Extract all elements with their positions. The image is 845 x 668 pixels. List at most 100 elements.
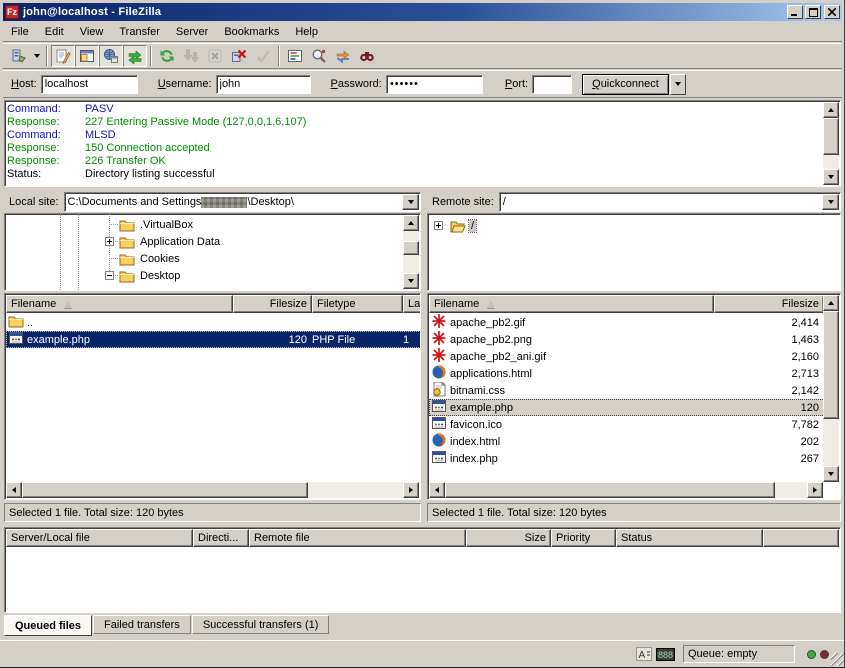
remote-list-hscrollbar[interactable] — [429, 482, 823, 498]
menu-item-help[interactable]: Help — [287, 24, 326, 40]
port-input[interactable] — [532, 75, 572, 94]
column-header-label: Status — [621, 532, 652, 544]
remote-site-dropdown-button[interactable] — [822, 194, 839, 210]
column-header-filename[interactable]: Filename — [429, 295, 714, 313]
expand-plus-box[interactable] — [434, 221, 443, 230]
site-manager-button[interactable] — [7, 45, 31, 67]
synchronized-browsing-button[interactable] — [331, 45, 355, 67]
tree-item-root[interactable]: / — [448, 217, 836, 234]
menu-item-transfer[interactable]: Transfer — [111, 24, 168, 40]
find-files-button[interactable] — [355, 45, 379, 67]
menu-item-view[interactable]: View — [72, 24, 112, 40]
app-icon: Fz — [5, 5, 19, 19]
host-input[interactable] — [41, 75, 138, 94]
toggle-queue-button[interactable] — [123, 45, 147, 67]
disconnect-button[interactable] — [227, 45, 251, 67]
log-line-text: 150 Connection accepted — [85, 142, 210, 155]
quickconnect-dropdown-button[interactable] — [670, 74, 686, 95]
column-header-status[interactable]: Status — [616, 529, 763, 547]
menu-item-edit[interactable]: Edit — [37, 24, 72, 40]
column-header-filesize[interactable]: Filesize — [233, 295, 312, 313]
speed-limit-indicator-icon[interactable]: 888 — [656, 648, 675, 661]
folder-icon — [119, 217, 135, 233]
site-manager-button-dropdown[interactable] — [31, 45, 43, 67]
file-row-apache-pb2-ani-gif[interactable]: apache_pb2_ani.gif2,160 — [429, 348, 825, 365]
toggle-remote-tree-button[interactable] — [99, 45, 123, 67]
window-title: john@localhost - FileZilla — [23, 6, 161, 18]
tab-failed-transfers[interactable]: Failed transfers — [93, 615, 191, 634]
tree-item-application-data[interactable]: Application Data — [117, 233, 402, 250]
last-modified — [403, 314, 421, 331]
filename: index.html — [450, 436, 500, 448]
filename: apache_pb2_ani.gif — [450, 351, 546, 363]
file-row-applications-html[interactable]: applications.html2,713 — [429, 365, 825, 382]
maximize-button[interactable] — [805, 5, 821, 19]
file-row-index-html[interactable]: index.html202 — [429, 433, 825, 450]
local-directory-tree: .VirtualBoxApplication DataCookiesDeskto… — [4, 213, 421, 291]
remote-site-combobox[interactable]: / — [499, 192, 841, 212]
resize-grip[interactable] — [831, 653, 844, 666]
burst-icon — [429, 331, 450, 348]
username-input[interactable] — [216, 75, 311, 94]
file-row-example-php[interactable]: example.php120PHP File1 — [6, 331, 421, 348]
column-header-filename[interactable]: Filename — [6, 295, 233, 313]
title-bar[interactable]: Fz john@localhost - FileZilla — [3, 3, 842, 21]
close-button[interactable] — [824, 5, 840, 19]
expand-plus-box[interactable] — [105, 237, 114, 246]
log-scrollbar[interactable] — [823, 102, 839, 185]
tab-successful-transfers-1-[interactable]: Successful transfers (1) — [192, 615, 330, 634]
menu-item-file[interactable]: File — [3, 24, 37, 40]
column-header-server-local-file[interactable]: Server/Local file — [6, 529, 193, 547]
menu-bar: FileEditViewTransferServerBookmarksHelp — [3, 22, 842, 42]
menu-item-bookmarks[interactable]: Bookmarks — [216, 24, 287, 40]
file-row-bitnami-css[interactable]: bitnami.css2,142 — [429, 382, 825, 399]
log-line-label: Command: — [7, 129, 85, 142]
column-header-last-modified[interactable]: Last modified — [403, 295, 421, 313]
local-site-combobox[interactable]: C:\Documents and Settings\Desktop\ — [64, 192, 421, 212]
data-type-indicator-icon[interactable]: A — [636, 647, 652, 661]
refresh-button[interactable] — [155, 45, 179, 67]
file-row-favicon-ico[interactable]: favicon.ico7,782 — [429, 416, 825, 433]
cancel-operation-button[interactable] — [203, 45, 227, 67]
tree-item--virtualbox[interactable]: .VirtualBox — [117, 216, 402, 233]
file-row-apache-pb2-gif[interactable]: apache_pb2.gif2,414 — [429, 314, 825, 331]
minimize-button[interactable] — [787, 5, 803, 19]
winapp-icon — [429, 450, 450, 467]
filename: bitnami.css — [450, 385, 505, 397]
filter-button[interactable] — [283, 45, 307, 67]
local-tree-scrollbar[interactable] — [403, 215, 419, 289]
collapse-minus-box[interactable] — [105, 271, 114, 280]
password-input[interactable] — [386, 75, 483, 94]
winapp-icon — [429, 416, 450, 433]
reconnect-button[interactable] — [251, 45, 275, 67]
status-bar: A 888 Queue: empty — [0, 640, 845, 667]
column-header-size[interactable]: Size — [466, 529, 551, 547]
remote-list-vscrollbar[interactable] — [823, 295, 839, 482]
menu-item-server[interactable]: Server — [168, 24, 216, 40]
file-row-apache-pb2-png[interactable]: apache_pb2.png1,463 — [429, 331, 825, 348]
file-row-index-php[interactable]: index.php267 — [429, 450, 825, 467]
local-site-dropdown-button[interactable] — [402, 194, 419, 210]
toggle-message-log-button[interactable] — [51, 45, 75, 67]
tree-item-label: / — [469, 220, 476, 232]
quickconnect-button[interactable]: Quickconnect — [582, 74, 669, 95]
process-queue-button[interactable] — [179, 45, 203, 67]
tab-queued-files[interactable]: Queued files — [4, 615, 92, 636]
local-path: C:\Documents and Settings\Desktop\ — [65, 196, 401, 208]
column-header-filetype[interactable]: Filetype — [312, 295, 403, 313]
remote-site-label: Remote site: — [427, 196, 499, 208]
toggle-local-tree-button[interactable] — [75, 45, 99, 67]
column-header-directi-[interactable]: Directi... — [193, 529, 249, 547]
tree-item-cookies[interactable]: Cookies — [117, 250, 402, 267]
file-row--[interactable]: .. — [6, 314, 421, 331]
tree-item-desktop[interactable]: Desktop — [117, 267, 402, 284]
folder-icon — [119, 251, 135, 267]
local-list-hscrollbar[interactable] — [6, 482, 419, 498]
disconnect-icon — [231, 48, 247, 64]
column-header-priority[interactable]: Priority — [551, 529, 616, 547]
directory-comparison-button[interactable] — [307, 45, 331, 67]
file-row-example-php[interactable]: example.php120 — [429, 399, 825, 416]
remotepane-icon — [103, 48, 119, 64]
column-header-remote-file[interactable]: Remote file — [249, 529, 466, 547]
column-header-filesize[interactable]: Filesize — [714, 295, 824, 313]
